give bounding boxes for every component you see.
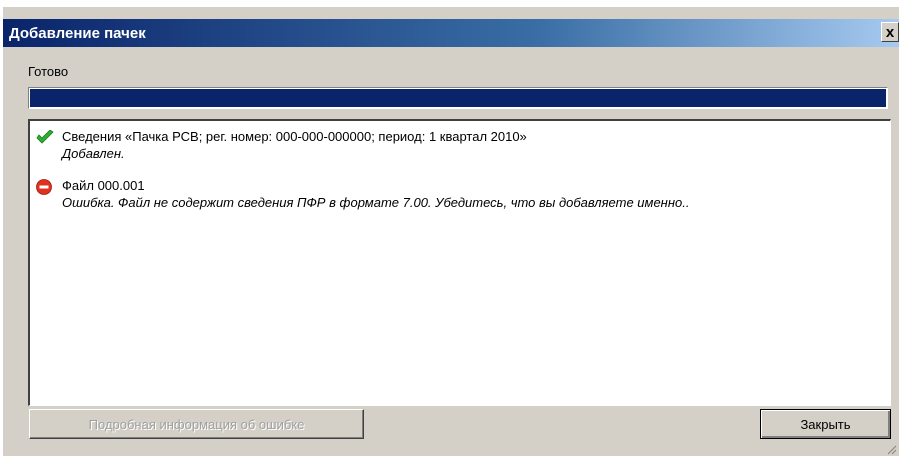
title-bar[interactable]: Добавление пачек x <box>3 19 899 47</box>
progress-fill <box>30 89 886 107</box>
close-icon: x <box>885 23 895 41</box>
close-button[interactable]: Закрыть <box>760 409 891 439</box>
log-entry-title: Файл 000.001 <box>62 178 145 193</box>
progress-bar <box>28 87 888 109</box>
error-details-button[interactable]: Подробная информация об ошибке <box>29 409 364 439</box>
window-title: Добавление пачек <box>9 24 146 42</box>
add-packs-dialog: Добавление пачек x Готово Сведения «Пачк… <box>2 6 899 456</box>
check-icon <box>36 129 54 146</box>
log-entry-detail: Добавлен. <box>62 146 125 161</box>
error-icon <box>36 179 52 195</box>
log-entry-detail: Ошибка. Файл не содержит сведения ПФР в … <box>62 195 690 210</box>
close-window-button[interactable]: x <box>881 22 899 42</box>
log-entry-title: Сведения «Пачка РСВ; рег. номер: 000-000… <box>62 129 527 144</box>
status-label: Готово <box>28 64 69 79</box>
resize-grip-icon[interactable] <box>885 442 897 455</box>
log-list[interactable]: Сведения «Пачка РСВ; рег. номер: 000-000… <box>28 119 891 406</box>
